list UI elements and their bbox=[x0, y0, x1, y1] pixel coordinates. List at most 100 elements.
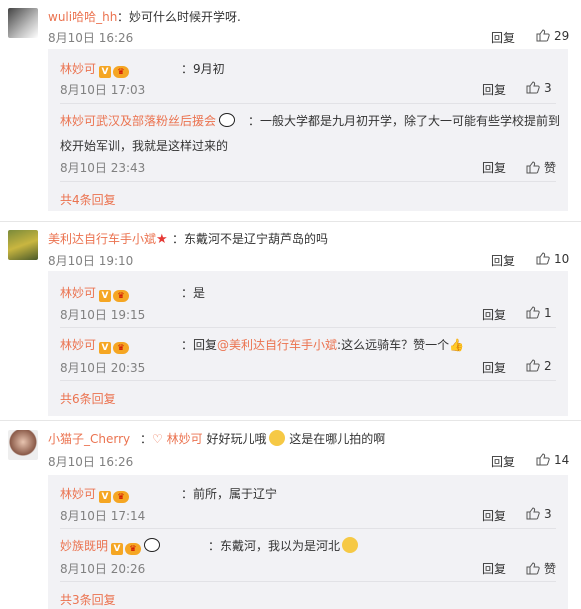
reply-box: 林妙可 V ♛ ：9月初 8月10日 17:03 回复 3 林妙可武汉及部落粉丝后援… bbox=[48, 49, 568, 211]
verified-v-icon: V bbox=[99, 66, 112, 78]
like-count: 3 bbox=[544, 507, 552, 521]
reply-username[interactable]: 妙族既明 V ♛ bbox=[60, 537, 161, 555]
like-count: 赞 bbox=[544, 562, 557, 576]
level-badge-icon: ♛ bbox=[113, 491, 130, 503]
like-button[interactable]: 1 bbox=[526, 306, 552, 320]
like-button[interactable]: 10 bbox=[536, 252, 569, 266]
thumb-up-icon bbox=[536, 252, 550, 265]
divider bbox=[60, 327, 556, 328]
comment-username[interactable]: 美利达自行车手小斌★ bbox=[48, 230, 168, 247]
like-count: 赞 bbox=[544, 161, 557, 175]
level-badge-icon: ♛ bbox=[113, 290, 130, 302]
reply-time: 8月10日 23:43 bbox=[60, 161, 146, 175]
like-button[interactable]: 3 bbox=[526, 81, 552, 95]
thumb-up-icon bbox=[536, 29, 550, 42]
reply-text: ：东戴河，我以为是河北 bbox=[208, 537, 359, 554]
comment-time: 8月10日 16:26 bbox=[48, 455, 134, 469]
verified-v-icon: V bbox=[99, 290, 112, 302]
reply-text: ：前所，属于辽宁 bbox=[181, 487, 278, 501]
like-count: 14 bbox=[554, 453, 570, 467]
reply-text: ：回复@美利达自行车手小斌:这么远骑车？赞一个👍 bbox=[181, 338, 465, 352]
panda-icon bbox=[144, 538, 161, 552]
like-count: 3 bbox=[544, 81, 552, 95]
more-replies-link[interactable]: 共3条回复 bbox=[60, 591, 116, 608]
more-replies-link[interactable]: 共6条回复 bbox=[60, 390, 116, 407]
comment-text: ：妙可什么时候开学呀. bbox=[117, 10, 241, 24]
like-button[interactable]: 14 bbox=[536, 453, 569, 467]
level-badge-icon: ♛ bbox=[125, 543, 142, 555]
level-badge-icon: ♛ bbox=[113, 342, 130, 354]
reply-username[interactable]: 林妙可 V ♛ bbox=[60, 336, 130, 354]
reply-text: ：是 bbox=[181, 286, 206, 300]
reply-time: 8月10日 17:03 bbox=[60, 83, 146, 97]
thumb-up-icon bbox=[526, 507, 540, 520]
reply-text: ：9月初 bbox=[181, 62, 225, 76]
reply-text-cont: 校开始军训，我就是这样过来的 bbox=[60, 139, 229, 153]
comment-time: 8月10日 19:10 bbox=[48, 254, 134, 268]
reply-button[interactable]: 回复 bbox=[482, 81, 506, 98]
reply-button[interactable]: 回复 bbox=[491, 29, 515, 46]
reply-button[interactable]: 回复 bbox=[482, 560, 506, 577]
reply-box: 林妙可 V ♛ ：是 8月10日 19:15 回复 1 林妙可 V ♛ ：回复@美利达自… bbox=[48, 271, 568, 416]
thumb-up-icon bbox=[526, 306, 540, 319]
reply-text: ：一般大学都是九月初开学，除了大一可能有些学校提前到 bbox=[248, 114, 561, 128]
reply-time: 8月10日 17:14 bbox=[60, 509, 146, 523]
comment-text: ：♡ 林妙可 好好玩儿哦 这是在哪儿拍的啊 bbox=[140, 430, 386, 446]
level-badge-icon: ♛ bbox=[113, 66, 130, 78]
like-button[interactable]: 2 bbox=[526, 359, 552, 373]
comment-2: 美利达自行车手小斌★ ：东戴河不是辽宁葫芦岛的吗 8月10日 19:10 回复 … bbox=[0, 221, 581, 421]
verified-v-icon: V bbox=[111, 543, 124, 555]
reply-button[interactable]: 回复 bbox=[482, 359, 506, 376]
divider bbox=[60, 103, 556, 104]
comment-1: wuli哈哈_hh ：妙可什么时候开学呀. 8月10日 16:26 回复 29 … bbox=[0, 0, 581, 211]
avatar[interactable] bbox=[8, 8, 38, 38]
mention-link[interactable]: @美利达自行车手小斌 bbox=[217, 338, 337, 352]
divider bbox=[60, 181, 556, 182]
reply-time: 8月10日 20:35 bbox=[60, 361, 146, 375]
reply-username[interactable]: 林妙可 V ♛ bbox=[60, 60, 130, 78]
thumb-up-icon bbox=[536, 453, 550, 466]
like-button[interactable]: 29 bbox=[536, 29, 569, 43]
like-count: 29 bbox=[554, 29, 570, 43]
reply-username[interactable]: 林妙可 V ♛ bbox=[60, 485, 130, 503]
thumb-up-icon bbox=[526, 161, 540, 174]
laughing-emoji-icon bbox=[342, 537, 359, 553]
mention-link[interactable]: 林妙可 bbox=[167, 432, 203, 446]
like-count: 2 bbox=[544, 359, 552, 373]
divider bbox=[60, 528, 556, 529]
divider bbox=[60, 380, 556, 381]
reply-time: 8月10日 20:26 bbox=[60, 562, 146, 576]
more-replies-link[interactable]: 共4条回复 bbox=[60, 191, 116, 208]
reply-username[interactable]: 林妙可 V ♛ bbox=[60, 284, 130, 302]
like-count: 1 bbox=[544, 306, 552, 320]
divider bbox=[60, 581, 556, 582]
heart-eyes-icon: ♡ bbox=[152, 432, 163, 446]
reply-button[interactable]: 回复 bbox=[491, 453, 515, 470]
reply-button[interactable]: 回复 bbox=[482, 507, 506, 524]
thumb-up-icon bbox=[526, 562, 540, 575]
like-button[interactable]: 3 bbox=[526, 507, 552, 521]
verified-v-icon: V bbox=[99, 491, 112, 503]
thumbs-up-emoji-icon: 👍 bbox=[449, 338, 465, 352]
comment-text: ：东戴河不是辽宁葫芦岛的吗 bbox=[172, 232, 329, 246]
reply-button[interactable]: 回复 bbox=[482, 306, 506, 323]
thumb-up-icon bbox=[526, 81, 540, 94]
comment-username[interactable]: wuli哈哈_hh bbox=[48, 8, 117, 25]
comment-username[interactable]: 小猫子_Cherry bbox=[48, 430, 130, 447]
like-count: 10 bbox=[554, 252, 570, 266]
reply-button[interactable]: 回复 bbox=[491, 252, 515, 269]
like-button[interactable]: 赞 bbox=[526, 159, 556, 176]
avatar[interactable] bbox=[8, 430, 38, 460]
star-icon: ★ bbox=[156, 232, 168, 247]
reply-time: 8月10日 19:15 bbox=[60, 308, 146, 322]
thumb-up-icon bbox=[526, 359, 540, 372]
like-button[interactable]: 赞 bbox=[526, 560, 556, 577]
avatar[interactable] bbox=[8, 230, 38, 260]
comment-3: 小猫子_Cherry ：♡ 林妙可 好好玩儿哦 这是在哪儿拍的啊 8月10日 1… bbox=[0, 420, 581, 609]
panda-icon bbox=[219, 113, 236, 127]
reply-button[interactable]: 回复 bbox=[482, 159, 506, 176]
reply-username[interactable]: 林妙可武汉及部落粉丝后援会 bbox=[60, 112, 236, 129]
comment-time: 8月10日 16:26 bbox=[48, 31, 134, 45]
reply-box: 林妙可 V ♛ ：前所，属于辽宁 8月10日 17:14 回复 3 妙族既明 V ♛ ：… bbox=[48, 475, 568, 609]
verified-v-icon: V bbox=[99, 342, 112, 354]
